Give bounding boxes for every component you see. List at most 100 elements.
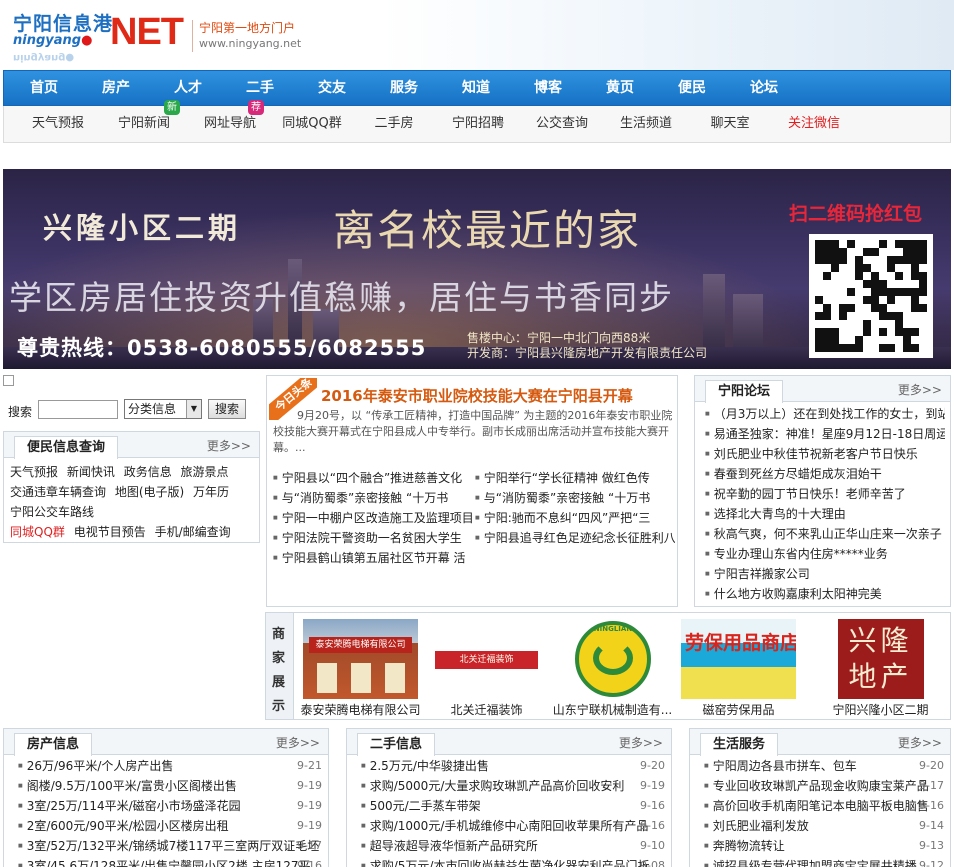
list-item[interactable]: 奔腾物流转让9-13 — [704, 836, 944, 856]
list-item[interactable]: 阁楼/9.5万/100平米/富贵小区阁楼出售9-19 — [18, 776, 322, 796]
link-phone[interactable]: 手机/邮编查询 — [155, 525, 231, 539]
news-item[interactable]: 宁阳举行“学长征精神 做红色传 — [475, 468, 675, 488]
qr-module — [823, 272, 831, 280]
subnav-wechat[interactable]: 关注微信 — [774, 106, 854, 141]
merchant-item[interactable]: NINGLIAN 山东宁联机械制造有... — [550, 619, 675, 719]
link-travel[interactable]: 旅游景点 — [181, 465, 229, 479]
nav-house[interactable]: 房产 — [80, 71, 152, 105]
list-item[interactable]: 宁阳周边各县市拼车、包车9-20 — [704, 756, 944, 776]
subnav-news[interactable]: 宁阳新闻 新 — [106, 100, 182, 141]
list-item[interactable]: 什么地方收购嘉康利太阳神完美 — [705, 584, 945, 604]
list-item[interactable]: 求购/1000元/手机城维修中心南阳回收苹果所有产品9-16 — [361, 816, 665, 836]
list-item[interactable]: 秋高气爽，何不来乳山正华山庄来一次亲子 — [705, 524, 945, 544]
subnav-chatroom[interactable]: 聊天室 — [694, 106, 766, 141]
list-item[interactable]: 3室/45.6万/128平米/出售宁馨园小区2楼 主房127平9-16 — [18, 856, 322, 867]
site-logo[interactable]: 宁阳信息港 ningyang● NET ningyang● — [10, 8, 184, 64]
list-item[interactable]: 刘氏肥业福利发放9-14 — [704, 816, 944, 836]
qr-module — [855, 344, 863, 352]
qr-module — [895, 256, 903, 264]
list-item[interactable]: 求购/5000元/大量求购玫琳凯产品高价回收安利9-19 — [361, 776, 665, 796]
headline-title[interactable]: 2016年泰安市职业院校技能大赛在宁阳县开幕 — [321, 385, 633, 406]
subnav-directory[interactable]: 网址导航 荐 — [192, 100, 268, 141]
qr-module — [903, 288, 911, 296]
news-item[interactable]: 与“消防蜀黍”亲密接触 “十万书 — [273, 488, 473, 508]
news-item[interactable]: 宁阳县以“四个融合”推进慈善文化 — [273, 468, 473, 488]
qr-module — [815, 240, 823, 248]
merchant-item[interactable]: 兴隆地产 宁阳兴隆小区二期 — [818, 619, 943, 719]
list-item[interactable]: 超导液超导液华恒新产品研究所9-10 — [361, 836, 665, 856]
link-qq-group[interactable]: 同城QQ群 — [10, 525, 65, 539]
news-item[interactable]: 宁阳法院干警资助一名贫困大学生 — [273, 528, 473, 548]
list-item[interactable]: 500元/二手蒸车带架9-16 — [361, 796, 665, 816]
qr-module — [823, 312, 831, 320]
list-item[interactable]: 2室/600元/90平米/松园小区楼房出租9-19 — [18, 816, 322, 836]
link-weather[interactable]: 天气预报 — [10, 465, 58, 479]
more-link[interactable]: 更多>> — [207, 437, 251, 454]
checkbox[interactable] — [3, 375, 14, 386]
list-item[interactable]: 3室/52万/132平米/锦绣城7楼117平三室两厅双证毛坯9-17 — [18, 836, 322, 856]
qr-module — [911, 272, 919, 280]
link-map[interactable]: 地图(电子版) — [115, 485, 184, 499]
merchant-item[interactable]: 劳保用品商店 磁窑劳保用品 — [676, 619, 801, 719]
merchant-item[interactable]: 北关迁福装饰 北关迁福装饰 — [424, 619, 549, 719]
search-label: 搜索 — [8, 405, 33, 419]
link-traffic[interactable]: 交通违章车辆查询 — [10, 485, 106, 499]
nav-forum[interactable]: 论坛 — [728, 71, 800, 105]
nav-dating[interactable]: 交友 — [296, 71, 368, 105]
news-item[interactable]: 宁阳一中棚户区改造施工及监理项目 — [273, 508, 473, 528]
qr-module — [823, 328, 831, 336]
list-item[interactable]: 3室/25万/114平米/磁窑小市场盛泽花园9-19 — [18, 796, 322, 816]
qr-module — [911, 248, 919, 256]
subnav-weather[interactable]: 天气预报 — [20, 106, 96, 141]
merchant-item[interactable]: 泰安荣腾电梯有限公司 泰安荣腾电梯有限公司 — [298, 619, 423, 719]
subnav-jobs[interactable]: 宁阳招聘 — [440, 106, 516, 141]
list-item[interactable]: 求购/5万元/本市回收尚赫益生菌净化器安利产品门折9-08 — [361, 856, 665, 867]
link-calendar[interactable]: 万年历 — [193, 485, 229, 499]
search-button[interactable]: 搜索 — [208, 399, 246, 419]
list-item[interactable]: 宁阳吉祥搬家公司 — [705, 564, 945, 584]
list-item[interactable]: 专业回收玫琳凯产品现金收购康宝莱产品9-17 — [704, 776, 944, 796]
list-item[interactable]: 高价回收手机南阳笔记本电脑平板电脑售9-16 — [704, 796, 944, 816]
list-item[interactable]: 刘氏肥业中秋佳节祝新老客户节日快乐 — [705, 444, 945, 464]
nav-blog[interactable]: 博客 — [512, 71, 584, 105]
list-item[interactable]: （月3万以上）还在到处找工作的女士，到站 — [705, 404, 945, 424]
list-item[interactable]: 易通圣独家：神准！星座9月12日-18日周运势 — [705, 424, 945, 444]
subnav-life[interactable]: 生活频道 — [608, 106, 684, 141]
qr-module — [855, 256, 863, 264]
search-input[interactable] — [38, 400, 118, 419]
subnav-bus[interactable]: 公交查询 — [524, 106, 600, 141]
nav-convenience[interactable]: 便民 — [656, 71, 728, 105]
ad-banner[interactable]: 兴隆小区二期 离名校最近的家 扫二维码抢红包 学区房居住投资升值稳赚，居住与书香… — [3, 169, 951, 369]
list-item[interactable]: 26万/96平米/个人房产出售9-21 — [18, 756, 322, 776]
nav-talent[interactable]: 人才 — [152, 71, 224, 105]
nav-service[interactable]: 服务 — [368, 71, 440, 105]
list-item[interactable]: 春蚕到死丝方尽蜡炬成灰泪始干 — [705, 464, 945, 484]
merchant-name: 宁阳兴隆小区二期 — [832, 703, 929, 717]
list-item[interactable]: 祝辛勤的园丁节日快乐！老师辛苦了 — [705, 484, 945, 504]
news-item[interactable]: 与“消防蜀黍”亲密接触 “十万书 — [475, 488, 675, 508]
link-tv[interactable]: 电视节目预告 — [74, 525, 146, 539]
nav-knowledge[interactable]: 知道 — [440, 71, 512, 105]
link-news[interactable]: 新闻快讯 — [67, 465, 115, 479]
category-select[interactable]: 分类信息 ▼ — [124, 399, 202, 419]
link-bus[interactable]: 宁阳公交车路线 — [10, 505, 94, 519]
link-gov[interactable]: 政务信息 — [124, 465, 172, 479]
news-item[interactable]: 宁阳县追寻红色足迹纪念长征胜利八 — [475, 528, 675, 548]
list-item[interactable]: 2.5万元/中华骏捷出售9-20 — [361, 756, 665, 776]
nav-home[interactable]: 首页 — [8, 71, 80, 105]
list-item[interactable]: 选择北大青鸟的十大理由 — [705, 504, 945, 524]
more-link[interactable]: 更多>> — [619, 734, 663, 751]
news-item[interactable]: 宁阳:驰而不息纠“四风”严把“三 — [475, 508, 675, 528]
subnav-qq-group[interactable]: 同城QQ群 — [274, 106, 350, 141]
more-link[interactable]: 更多>> — [276, 734, 320, 751]
list-item[interactable]: 专业办理山东省内住房*****业务 — [705, 544, 945, 564]
more-link[interactable]: 更多>> — [898, 734, 942, 751]
qr-module — [871, 280, 879, 288]
more-link[interactable]: 更多>> — [898, 381, 942, 398]
qr-module — [871, 248, 879, 256]
nav-yellowpages[interactable]: 黄页 — [584, 71, 656, 105]
subnav-secondhand-house[interactable]: 二手房 — [358, 106, 430, 141]
list-item[interactable]: 诚招县级专营代理加盟商宝宝展共精播9-12 — [704, 856, 944, 867]
news-item[interactable]: 宁阳县鹤山镇第五届社区节开幕 活 — [273, 548, 473, 568]
chevron-down-icon: ▼ — [186, 400, 201, 418]
